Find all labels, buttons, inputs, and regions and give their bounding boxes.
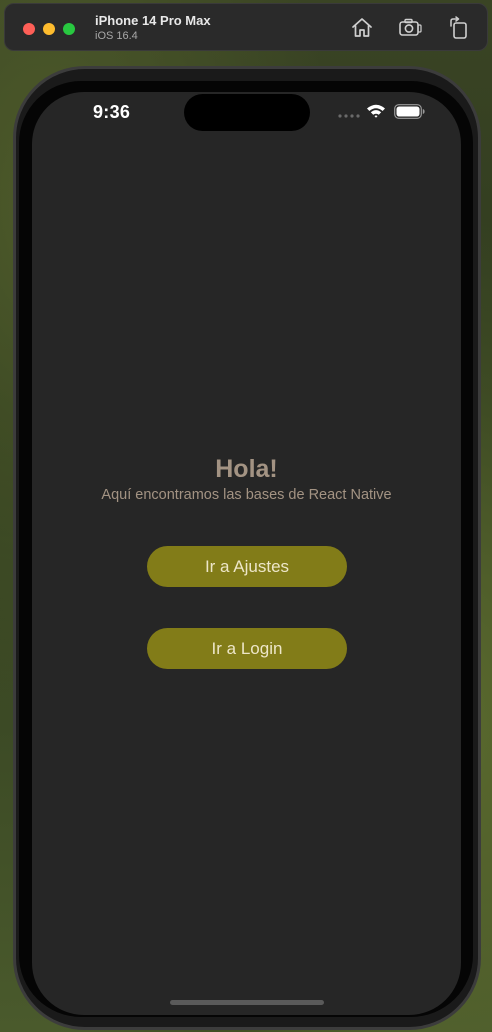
screenshot-icon[interactable]	[398, 16, 422, 40]
close-window-button[interactable]	[23, 23, 35, 35]
welcome-section: Hola! Aquí encontramos las bases de Reac…	[32, 454, 461, 504]
home-icon[interactable]	[350, 16, 374, 40]
dynamic-island	[184, 94, 310, 131]
go-to-settings-button[interactable]: Ir a Ajustes	[147, 546, 347, 587]
rotate-icon[interactable]	[447, 16, 471, 40]
wifi-icon	[367, 104, 385, 118]
battery-icon	[394, 104, 425, 119]
signal-icon	[338, 114, 360, 118]
minimize-window-button[interactable]	[43, 23, 55, 35]
page-title: Hola!	[215, 455, 278, 483]
go-to-login-button[interactable]: Ir a Login	[147, 628, 347, 669]
device-os-version: iOS 16.4	[95, 30, 138, 42]
phone-screen: 9:36 Hola! Aquí encontramos las bases de…	[32, 92, 461, 1015]
page-subtitle: Aquí encontramos las bases de React Nati…	[101, 487, 392, 503]
simulator-titlebar: iPhone 14 Pro Max iOS 16.4	[4, 3, 488, 51]
home-indicator[interactable]	[170, 1000, 324, 1005]
status-time: 9:36	[93, 102, 131, 122]
maximize-window-button[interactable]	[63, 23, 75, 35]
device-name: iPhone 14 Pro Max	[95, 13, 211, 28]
